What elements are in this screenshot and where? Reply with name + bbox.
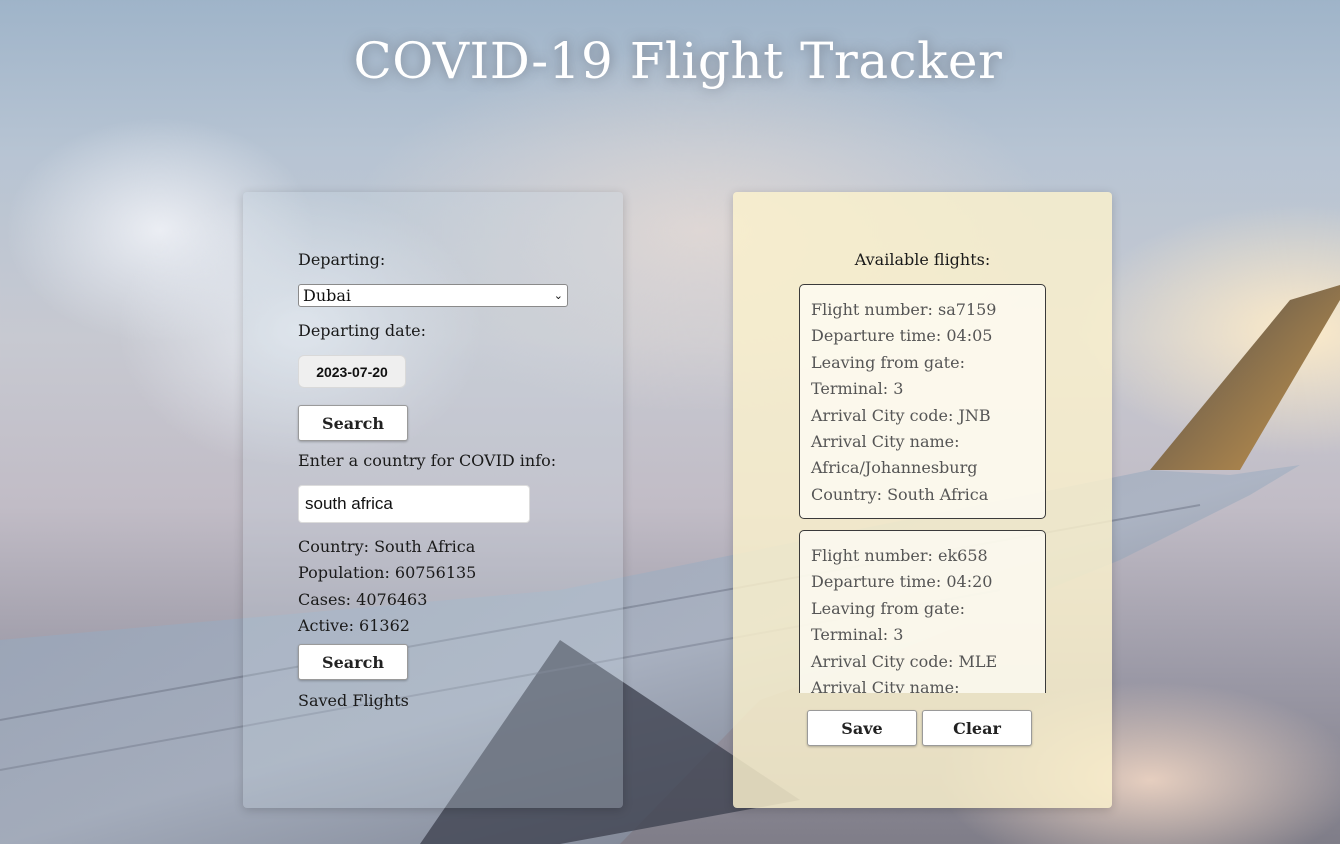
departing-label: Departing: — [298, 250, 386, 269]
terminal: Terminal: 3 — [811, 379, 904, 399]
arrival-city-code: Arrival City code: MLE — [811, 651, 998, 671]
arrival-city-name: Africa/Johannesburg — [811, 458, 978, 478]
flight-number: Flight number: ek658 — [811, 546, 988, 565]
terminal: Terminal: 3 — [811, 625, 904, 645]
available-flights-title: Available flights: — [854, 250, 991, 269]
departure-time: Departure time: 04:05 — [811, 326, 993, 346]
departing-date-label: Departing date: — [298, 321, 426, 340]
arrival-city-code: Arrival City code: JNB — [811, 405, 991, 425]
chevron-down-icon: ⌄ — [553, 289, 563, 302]
flights-panel: Available flights: Flight number: sa7159… — [733, 192, 1112, 808]
departing-select[interactable]: Dubai ⌄ — [298, 284, 568, 307]
covid-cases: Cases: 4076463 — [298, 590, 428, 609]
clear-button[interactable]: Clear — [922, 710, 1032, 746]
departing-select-value: Dubai — [303, 286, 352, 305]
page-title: COVID-19 Flight Tracker — [353, 32, 1003, 90]
search-panel: Departing: Dubai ⌄ Departing date: 2023-… — [243, 192, 623, 808]
saved-flights-label[interactable]: Saved Flights — [298, 691, 409, 710]
country-input[interactable]: south africa — [298, 485, 530, 523]
flight-card[interactable]: Flight number: ek658 Departure time: 04:… — [799, 530, 1046, 693]
arrival-city-name-label: Arrival City name: — [811, 678, 960, 693]
covid-active: Active: 61362 — [298, 616, 410, 635]
departure-time: Departure time: 04:20 — [811, 572, 993, 592]
flight-country: Country: South Africa — [811, 484, 989, 504]
covid-country: Country: South Africa — [298, 537, 476, 556]
flight-number: Flight number: sa7159 — [811, 300, 997, 319]
departure-gate: Leaving from gate: — [811, 352, 965, 372]
flights-list[interactable]: Flight number: sa7159 Departure time: 04… — [799, 284, 1047, 693]
covid-search-button[interactable]: Search — [298, 644, 408, 680]
covid-population: Population: 60756135 — [298, 563, 477, 582]
flight-search-button[interactable]: Search — [298, 405, 408, 441]
country-prompt-label: Enter a country for COVID info: — [298, 451, 557, 470]
save-button[interactable]: Save — [807, 710, 917, 746]
flight-card[interactable]: Flight number: sa7159 Departure time: 04… — [799, 284, 1046, 519]
background-airplane-wing-image — [0, 285, 1340, 844]
departing-date-picker[interactable]: 2023-07-20 — [298, 355, 406, 388]
departure-gate: Leaving from gate: — [811, 598, 965, 618]
arrival-city-name-label: Arrival City name: — [811, 432, 960, 452]
